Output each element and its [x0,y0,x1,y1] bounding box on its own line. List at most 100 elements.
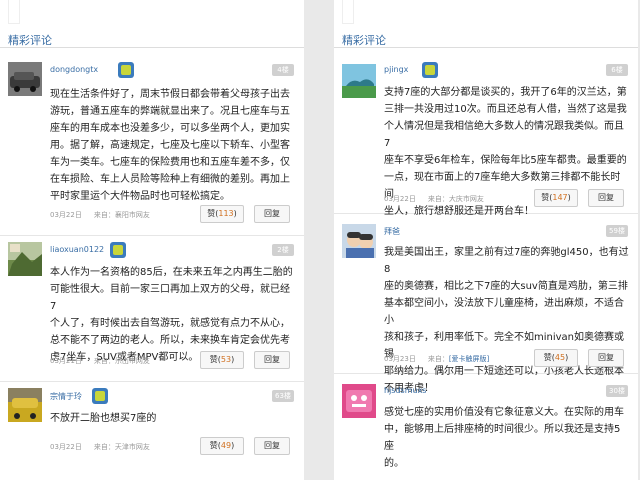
like-button[interactable]: 赞(147) [534,189,578,207]
comment-line: 个人了，有时候出去自驾游玩，就感觉有点力不从心， [50,318,290,329]
comment-date: 03月23日 [384,355,416,363]
comment-item: dongdongtx 4楼 现在生活条件好了，周末节假日都会带着父母孩子出去 游… [0,56,304,236]
like-count: 147 [552,193,568,202]
comment-text: 我是美国出王，家里之前有过7座的奔驰gl450，也有过8 座的奥德赛，相比之下7… [384,244,630,397]
like-count: 113 [218,209,234,218]
left-panel: 精彩评论 dongdongtx 4楼 现在生活条件好了，周末节假日都会带着父母孩… [0,0,304,480]
comment-line: 感觉七座的实用价值没有它象征意义大。在实际的用车 [384,407,624,418]
username[interactable]: hjsdsmuxs [384,386,426,395]
comment-date: 03月22日 [384,195,416,203]
comment-line: 座车不享受6年检车，保险每年比5座车都贵。最重要的 [384,155,627,166]
like-count: 45 [554,353,566,362]
comment-line: 在车损险、车上人员险等险种上有细微的差别。再加上 [50,174,290,185]
panel-title: 精彩评论 [8,34,52,47]
comment-line: 支持7座的大部分都是谈买的，我开了6年的汉兰达，第 [384,87,627,98]
comment-line: 车为一类车。七座车的保险费用也和五座车差不多，仅 [50,157,290,168]
comment-item: liaoxuan0122 2楼 本人作为一名资格的85后，在未来五年之内再生二胎… [0,238,304,382]
source-link[interactable]: [爱卡触屏版] [449,355,489,363]
like-close: ) [231,441,235,450]
comment-meta: 03月22日 来自：大庆市网友 [384,194,484,204]
avatar[interactable] [342,64,376,98]
like-count: 49 [220,441,232,450]
comment-meta: 03月21日 来自：乐山市网友 [50,356,150,366]
divider [0,47,304,48]
comment-source: 来自：天津市网友 [93,443,150,451]
comment-line: 总不能不了两边的老人。所以，未来换车肯定会优先考 [50,335,290,346]
username[interactable]: liaoxuan0122 [50,245,104,254]
like-label: 赞( [207,209,219,218]
comment-date: 03月22日 [50,211,82,219]
comment-source: 来自：乐山市网友 [93,357,150,365]
reply-button[interactable]: 回复 [254,437,290,455]
comment-meta: 03月22日 来自：天津市网友 [50,442,150,452]
panel-header: 精彩评论 [334,0,638,48]
username[interactable]: pjingx [384,65,408,74]
floor-badge: 2楼 [272,244,294,256]
comment-line: 游玩，普通五座车的弊端就显出来了。况且七座车与五 [50,106,290,117]
like-button[interactable]: 赞(49) [200,437,244,455]
avatar[interactable] [8,62,42,96]
like-label: 赞( [541,193,553,202]
comment-line: 基本都空间小，没法放下儿童座椅，进出麻烦，不适合小 [384,298,624,326]
comment-line: 座的奥德赛，相比之下7座的大suv简直是鸡肋，第三排 [384,281,628,292]
comment-line: 个人情况但是我相信绝大多数人的情况跟我类似。而且7 [384,121,624,149]
like-close: ) [567,193,571,202]
right-panel: 精彩评论 pjingx 6楼 支持7座的大部分都是谈买的，我开了6年的汉兰达，第… [334,0,638,480]
reply-button[interactable]: 回复 [588,189,624,207]
comment-line: 我是美国出王，家里之前有过7座的奔驰gl450，也有过8 [384,247,629,275]
username[interactable]: 拜爸 [384,226,400,237]
like-close: ) [233,209,237,218]
comment-line: 本人作为一名资格的85后，在未来五年之内再生二胎的 [50,267,293,278]
comment-line: 用。据了解，高速规定，七座及七座以下轿车、小型客 [50,140,290,151]
comment-item: 拜爸 59楼 我是美国出王，家里之前有过7座的奔驰gl450，也有过8 座的奥德… [334,216,638,394]
comment-text: 现在生活条件好了，周末节假日都会带着父母孩子出去 游玩，普通五座车的弊端就显出来… [50,86,296,205]
comment-line: 座车的用车成本也没差多少，可以多坐两个人，更加实 [50,123,290,134]
comment-line: 平时家里运个大件物品时也可轻松搞定。 [50,191,230,202]
avatar[interactable] [342,224,376,258]
user-badge-icon [422,62,438,78]
like-button[interactable]: 赞(53) [200,351,244,369]
header-decoration [342,0,354,24]
page: 精彩评论 dongdongtx 4楼 现在生活条件好了，周末节假日都会带着父母孩… [0,0,640,480]
comment-line: 不放开二胎也想买7座的 [50,413,157,424]
like-close: ) [565,353,569,362]
comment-item: 宗情于玲 63楼 不放开二胎也想买7座的 03月22日 来自：天津市网友 赞(49… [0,384,304,480]
floor-badge: 30楼 [606,385,628,397]
user-badge-icon [110,242,126,258]
user-badge-icon [92,388,108,404]
comment-line: 现在生活条件好了，周末节假日都会带着父母孩子出去 [50,89,290,100]
comment-item: pjingx 6楼 支持7座的大部分都是谈买的，我开了6年的汉兰达，第 三排一共… [334,56,638,217]
comment-source: 来自：襄阳市网友 [93,211,150,219]
floor-badge: 63楼 [272,390,294,402]
like-close: ) [231,355,235,364]
comment-line: 可能性很大。目前一家三口再加上双方的父母，就已经7 [50,284,290,312]
panel-title: 精彩评论 [342,34,386,47]
reply-button[interactable]: 回复 [254,351,290,369]
comment-text: 感觉七座的实用价值没有它象征意义大。在实际的用车 中，能够用上后排座椅的时间很少… [384,404,630,472]
reply-button[interactable]: 回复 [588,349,624,367]
comment-line: 中，能够用上后排座椅的时间很少。所以我还是支持5座 [384,424,621,452]
comment-source: 来自： [427,355,449,363]
like-label: 赞( [209,441,221,450]
comment-source: 来自：大庆市网友 [427,195,484,203]
username[interactable]: 宗情于玲 [50,391,82,402]
comment-date: 03月21日 [50,357,82,365]
floor-badge: 59楼 [606,225,628,237]
like-count: 53 [220,355,232,364]
avatar[interactable] [8,388,42,422]
header-decoration [8,0,20,24]
like-button[interactable]: 赞(113) [200,205,244,223]
username[interactable]: dongdongtx [50,65,98,74]
floor-badge: 6楼 [606,64,628,76]
avatar[interactable] [342,384,376,418]
like-label: 赞( [543,353,555,362]
comment-meta: 03月23日 来自：[爱卡触屏版] [384,354,489,364]
like-button[interactable]: 赞(45) [534,349,578,367]
comment-item: hjsdsmuxs 30楼 感觉七座的实用价值没有它象征意义大。在实际的用车 中… [334,376,638,480]
like-label: 赞( [209,355,221,364]
comment-line: 三排一共没用过10次。而且还总有人借，当然了这是我 [384,104,627,115]
avatar[interactable] [8,242,42,276]
comment-line: 的。 [384,458,404,469]
divider [334,47,638,48]
reply-button[interactable]: 回复 [254,205,290,223]
